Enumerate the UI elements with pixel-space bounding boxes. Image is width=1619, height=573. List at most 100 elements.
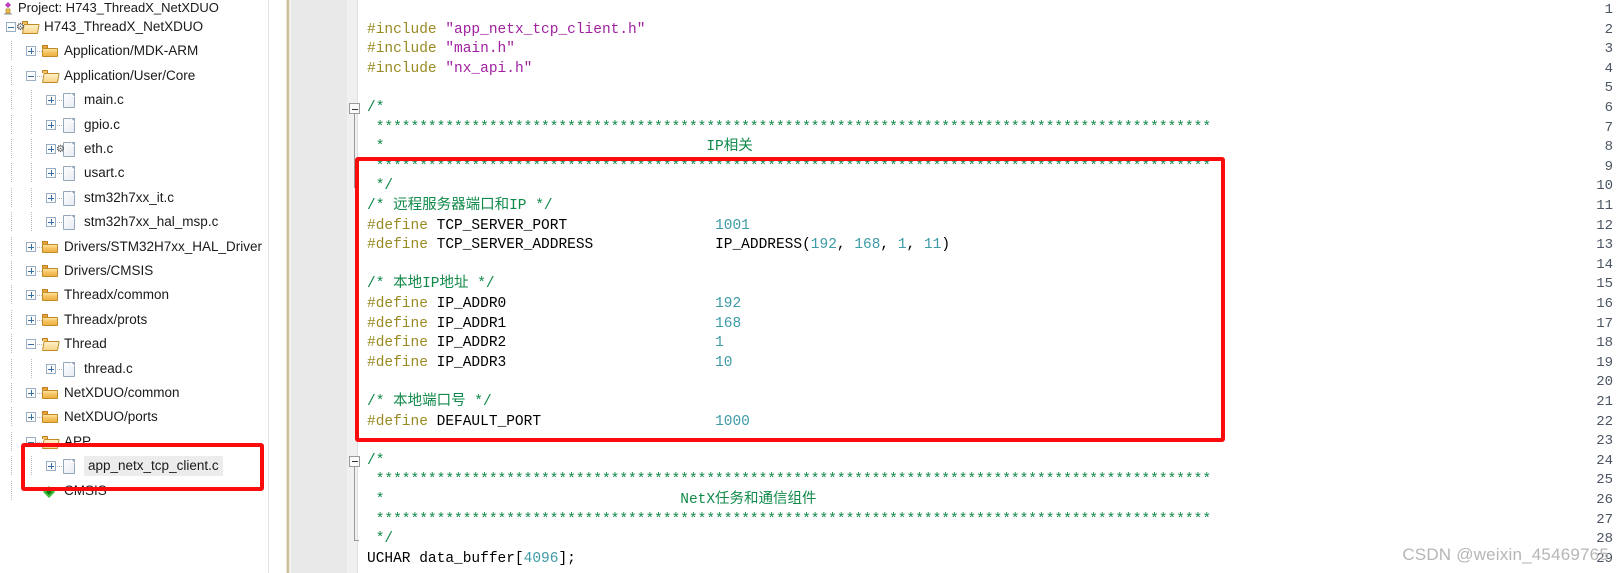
tree-guide-line [31, 456, 32, 476]
code-line[interactable]: UCHAR data_buffer[4096]; [367, 550, 576, 570]
expand-icon[interactable] [46, 168, 56, 178]
ide-window: Project: H743_ThreadX_NetXDUO ⚙ H743_Thre… [0, 0, 1619, 573]
tree-guide-line [31, 359, 32, 379]
code-line[interactable]: #define DEFAULT_PORT 1000 [367, 413, 750, 433]
tree-item-application-mdk-arm[interactable]: Application/MDK-ARM [0, 41, 268, 61]
tree-guide-line [31, 115, 32, 135]
expand-icon[interactable] [26, 242, 36, 252]
code-line[interactable]: ****************************************… [367, 511, 1211, 531]
fold-collapse-icon[interactable] [349, 455, 360, 467]
gear-icon: ⚙ [16, 22, 25, 33]
code-line[interactable]: ****************************************… [367, 119, 1211, 139]
panel-splitter[interactable] [283, 0, 291, 573]
project-icon [2, 1, 16, 16]
line-number: 17 [1596, 315, 1613, 332]
tree-item-h743-threadx-netxduo[interactable]: ⚙ H743_ThreadX_NetXDUO [0, 17, 268, 37]
code-editor[interactable]: 1 2 3 4 5 6 7 8 9 10 11 12 13 14 15 16 17 18 19 20 21 22 23 24 2… [291, 0, 1619, 573]
code-line[interactable]: #define TCP_SERVER_PORT 1001 [367, 217, 750, 237]
tree-guide-line [31, 139, 32, 159]
tree-guide-line [31, 90, 32, 110]
tree-item-gpio-c[interactable]: gpio.c [0, 115, 268, 135]
tree-item-app[interactable]: APP [0, 432, 268, 452]
code-line[interactable]: /* [367, 452, 384, 472]
file-gear-icon: ⚙ [56, 142, 79, 157]
code-line[interactable]: */ [367, 530, 393, 550]
expand-icon[interactable] [26, 46, 36, 56]
expand-icon[interactable] [26, 388, 36, 398]
code-line[interactable]: ****************************************… [367, 158, 1211, 178]
tree-item-label: stm32h7xx_hal_msp.c [84, 214, 219, 229]
expand-icon[interactable] [26, 315, 36, 325]
collapse-icon[interactable] [26, 71, 36, 81]
code-token-pre: #include [367, 41, 446, 58]
code-token-plain: , [880, 237, 898, 254]
expand-icon[interactable] [46, 461, 56, 471]
tree-item-drivers-cmsis[interactable]: Drivers/CMSIS [0, 261, 268, 281]
line-number: 19 [1596, 354, 1613, 371]
line-number: 22 [1596, 413, 1613, 430]
tree-item-main-c[interactable]: main.c [0, 90, 268, 110]
expand-icon[interactable] [46, 144, 56, 154]
line-number: 14 [1596, 256, 1613, 273]
tree-guide-line [11, 359, 12, 379]
tree-item-threadx-prots[interactable]: Threadx/prots [0, 310, 268, 330]
code-line[interactable]: #include "app_netx_tcp_client.h" [367, 21, 645, 41]
tree-item-stm32h7xx-hal-msp-c[interactable]: stm32h7xx_hal_msp.c [0, 212, 268, 232]
code-line[interactable]: #include "main.h" [367, 40, 515, 60]
tree-item-cmsis[interactable]: CMSIS [0, 481, 268, 501]
code-line[interactable]: #define TCP_SERVER_ADDRESS IP_ADDRESS(19… [367, 236, 950, 256]
collapse-icon[interactable] [6, 22, 16, 32]
code-line[interactable]: * IP相关 [367, 138, 753, 158]
folder-icon [42, 240, 59, 254]
expand-icon[interactable] [46, 217, 56, 227]
fold-range-line [354, 466, 355, 541]
tree-item-threadx-common[interactable]: Threadx/common [0, 285, 268, 305]
code-line[interactable]: */ [367, 177, 393, 197]
expand-icon[interactable] [46, 120, 56, 130]
tree-item-netxduo-ports[interactable]: NetXDUO/ports [0, 407, 268, 427]
tree-item-label: Threadx/common [64, 287, 170, 302]
tree-item-usart-c[interactable]: usart.c [0, 163, 268, 183]
code-token-str: "main.h" [445, 41, 515, 58]
code-token-pre: #define [367, 296, 428, 312]
code-line[interactable]: #define IP_ADDR0 192 [367, 295, 741, 315]
collapse-icon[interactable] [26, 437, 36, 447]
file-icon [62, 459, 79, 474]
expand-icon[interactable] [46, 193, 56, 203]
code-line[interactable]: #define IP_ADDR3 10 [367, 354, 732, 374]
tree-item-app-netx-tcp-client-c[interactable]: app_netx_tcp_client.c [0, 456, 268, 476]
expand-icon[interactable] [46, 364, 56, 374]
tree-item-eth-c[interactable]: ⚙ eth.c [0, 139, 268, 159]
code-line[interactable]: /* 远程服务器端口和IP */ [367, 197, 553, 217]
collapse-icon[interactable] [26, 339, 36, 349]
code-token-str: "nx_api.h" [445, 60, 533, 77]
tree-item-application-user-core[interactable]: Application/User/Core [0, 66, 268, 86]
tree-item-drivers-stm32h7xx-hal-driver[interactable]: Drivers/STM32H7xx_HAL_Driver [0, 237, 268, 257]
tree-item-thread[interactable]: Thread [0, 334, 268, 354]
tree-item-label: Drivers/CMSIS [64, 263, 154, 278]
code-line[interactable]: #include "nx_api.h" [367, 60, 532, 80]
fold-collapse-icon[interactable] [349, 103, 360, 114]
tree-item-stm32h7xx-it-c[interactable]: stm32h7xx_it.c [0, 188, 268, 208]
expand-icon[interactable] [26, 412, 36, 422]
code-line[interactable]: /* 本地端口号 */ [367, 393, 492, 413]
code-line[interactable]: #define IP_ADDR1 168 [367, 315, 741, 335]
expand-icon[interactable] [26, 266, 36, 276]
tree-item-label: thread.c [84, 361, 133, 376]
code-line[interactable]: * NetX任务和通信组件 [367, 491, 817, 511]
line-number: 5 [1604, 80, 1613, 97]
expand-icon[interactable] [26, 290, 36, 300]
tree-item-thread-c[interactable]: thread.c [0, 359, 268, 379]
project-panel-title-text: Project: H743_ThreadX_NetXDUO [18, 0, 219, 15]
expand-icon[interactable] [46, 95, 56, 105]
code-line[interactable]: /* [367, 99, 384, 119]
tree-scrollbar[interactable] [268, 0, 283, 573]
code-line[interactable]: #define IP_ADDR2 1 [367, 334, 724, 354]
tree-item-netxduo-common[interactable]: NetXDUO/common [0, 383, 268, 403]
tree-item-label: NetXDUO/ports [64, 409, 158, 424]
folder-open-gear-icon: ⚙ [16, 20, 40, 34]
code-line[interactable]: /* 本地IP地址 */ [367, 275, 495, 295]
fold-margin[interactable] [347, 0, 358, 573]
folder-open-icon [42, 337, 60, 351]
code-line[interactable]: ****************************************… [367, 471, 1211, 491]
